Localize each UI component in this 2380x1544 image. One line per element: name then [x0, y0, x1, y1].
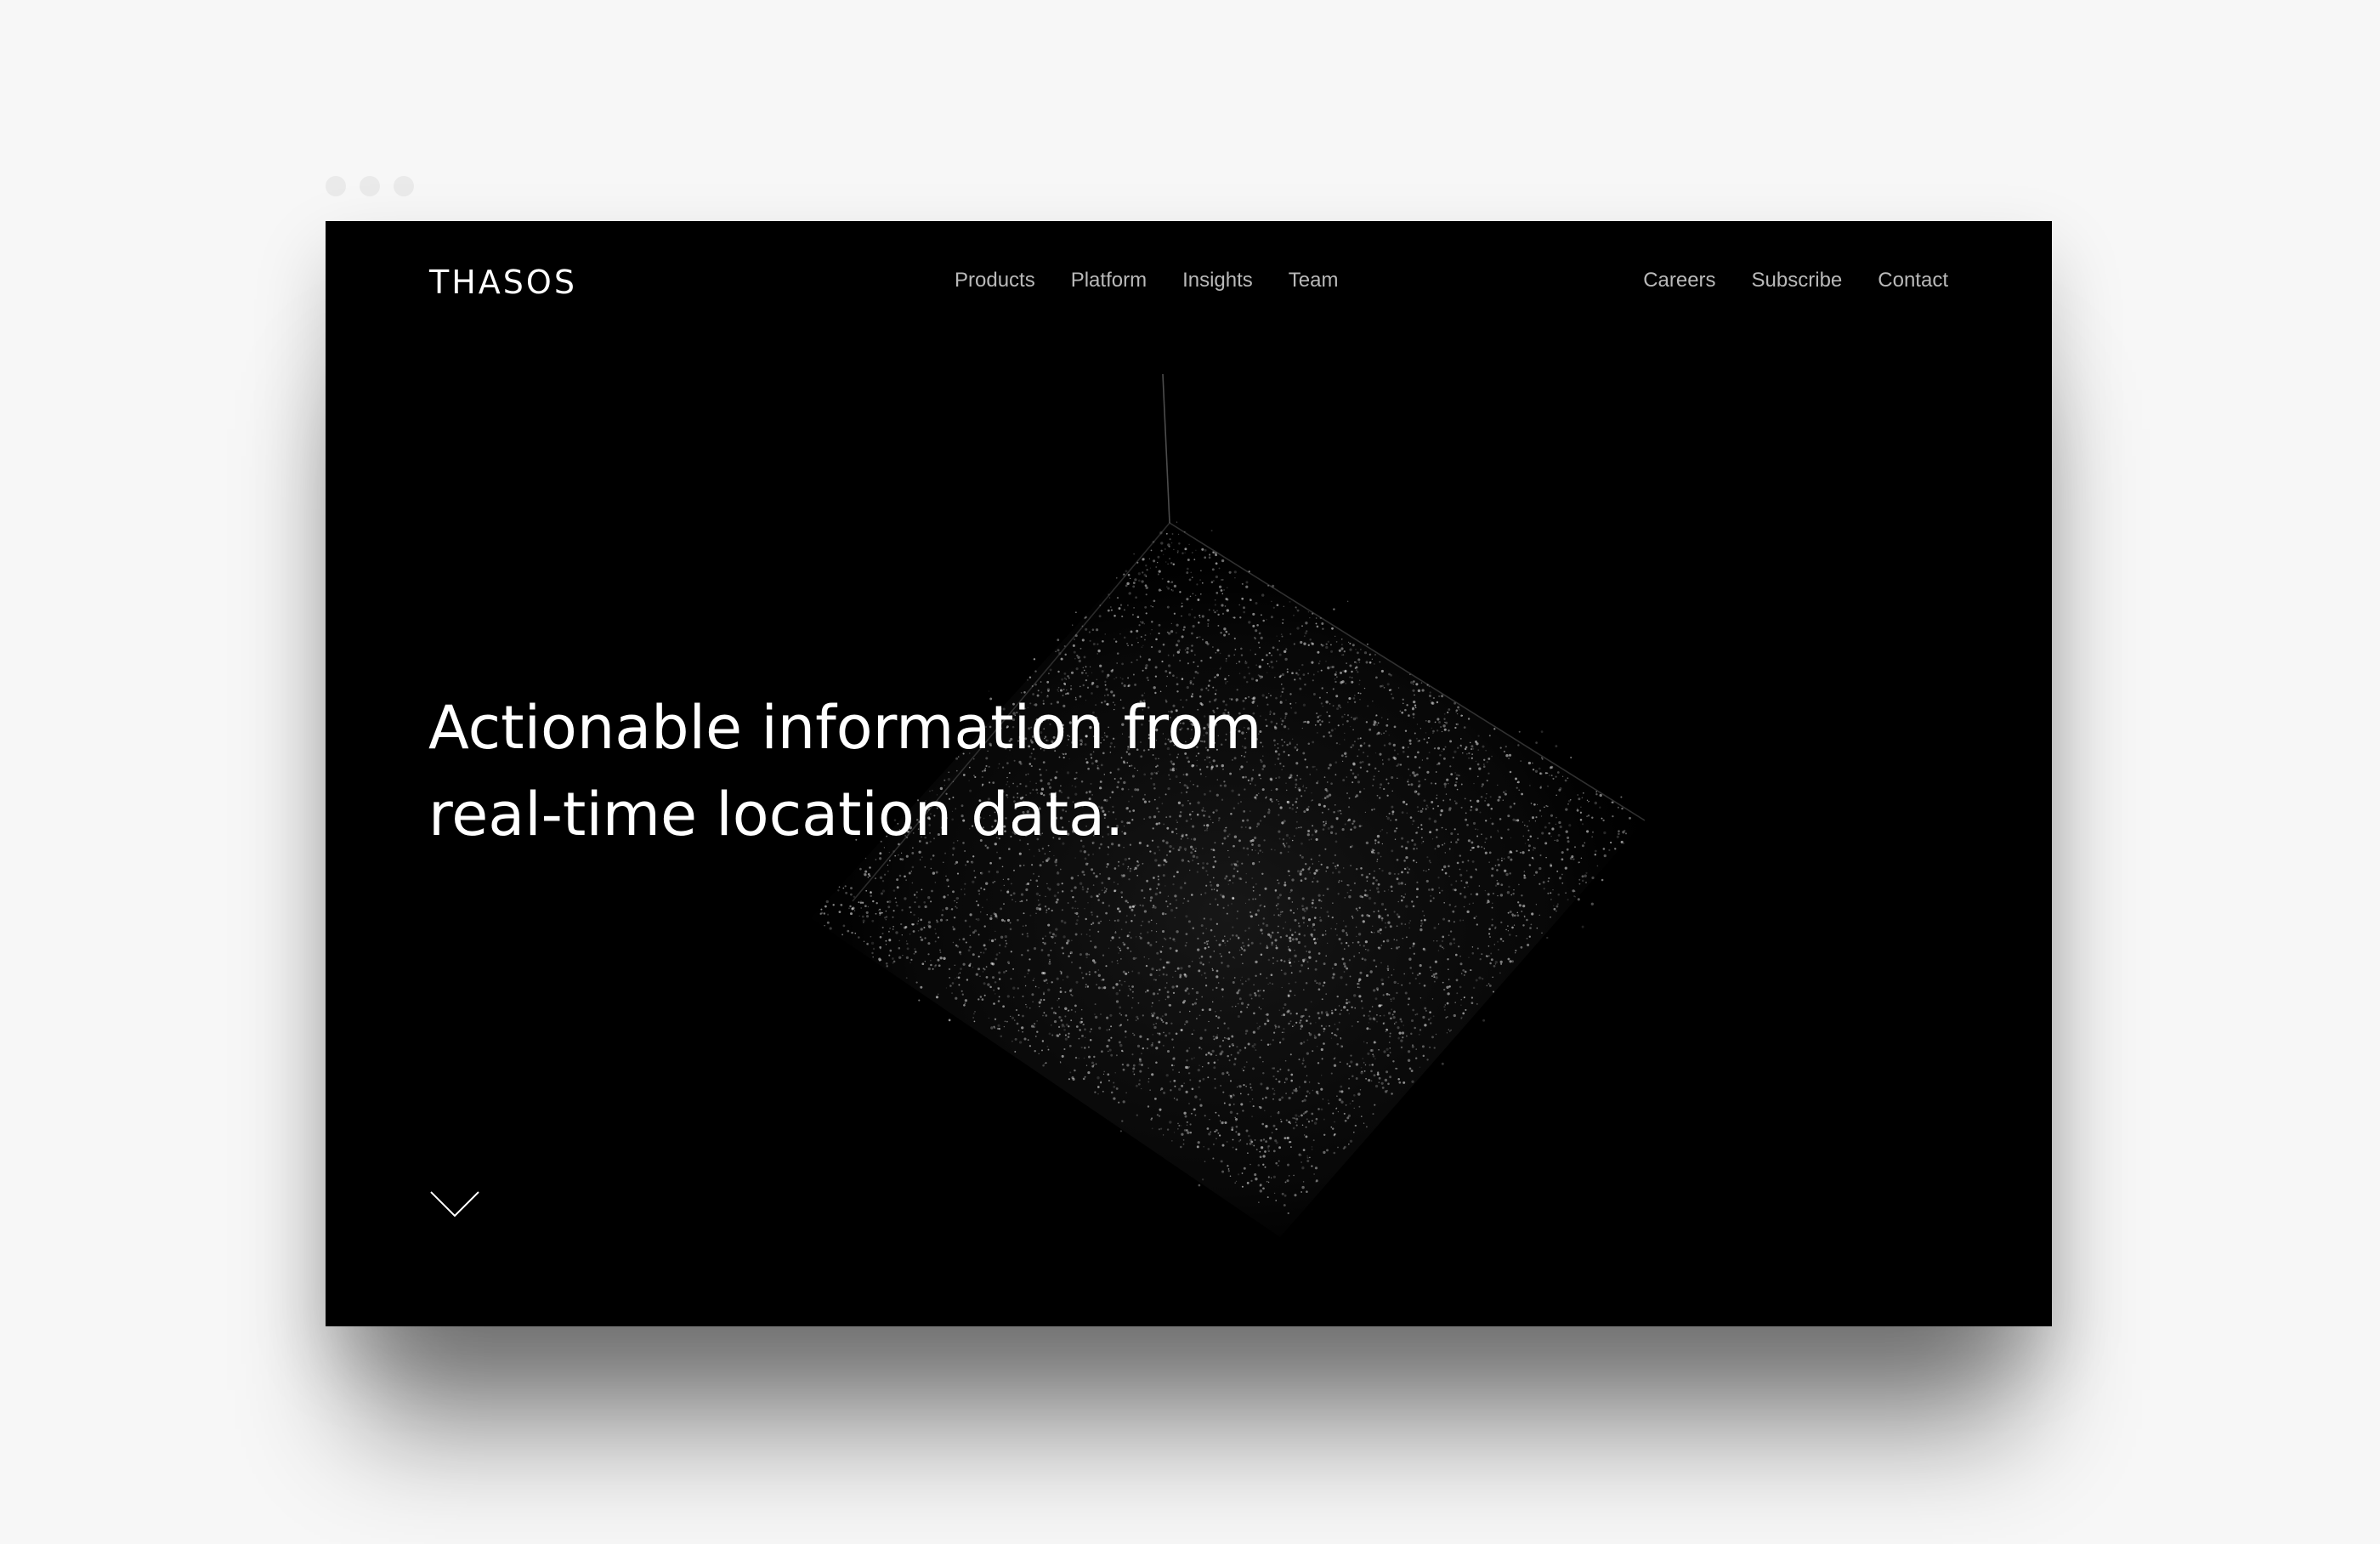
window-controls: [326, 176, 414, 196]
nav-item-careers[interactable]: Careers: [1643, 269, 1715, 292]
nav-item-contact[interactable]: Contact: [1878, 269, 1948, 292]
nav-item-team[interactable]: Team: [1289, 269, 1339, 292]
window-dot-icon: [360, 176, 380, 196]
nav-item-products[interactable]: Products: [955, 269, 1035, 292]
window-dot-icon: [394, 176, 414, 196]
window-dot-icon: [326, 176, 346, 196]
brand-logo[interactable]: THASOS: [429, 261, 577, 304]
primary-nav: Products Platform Insights Team: [955, 259, 1338, 302]
cube-haze: [811, 523, 1645, 1237]
nav-item-platform[interactable]: Platform: [1071, 269, 1147, 292]
hero-title: Actionable information from real-time lo…: [428, 684, 1363, 858]
nav-item-subscribe[interactable]: Subscribe: [1752, 269, 1843, 292]
hero-title-line: real-time location data.: [428, 780, 1125, 849]
chevron-down-icon[interactable]: [429, 1189, 480, 1219]
nav-item-insights[interactable]: Insights: [1182, 269, 1253, 292]
page-backdrop: THASOS Products Platform Insights Team C…: [0, 0, 2380, 1544]
cube-edge-vertical: [1162, 373, 1170, 524]
browser-window: THASOS Products Platform Insights Team C…: [326, 221, 2052, 1326]
hero-title-line: Actionable information from: [428, 693, 1262, 763]
secondary-nav: Careers Subscribe Contact: [1643, 259, 1948, 302]
